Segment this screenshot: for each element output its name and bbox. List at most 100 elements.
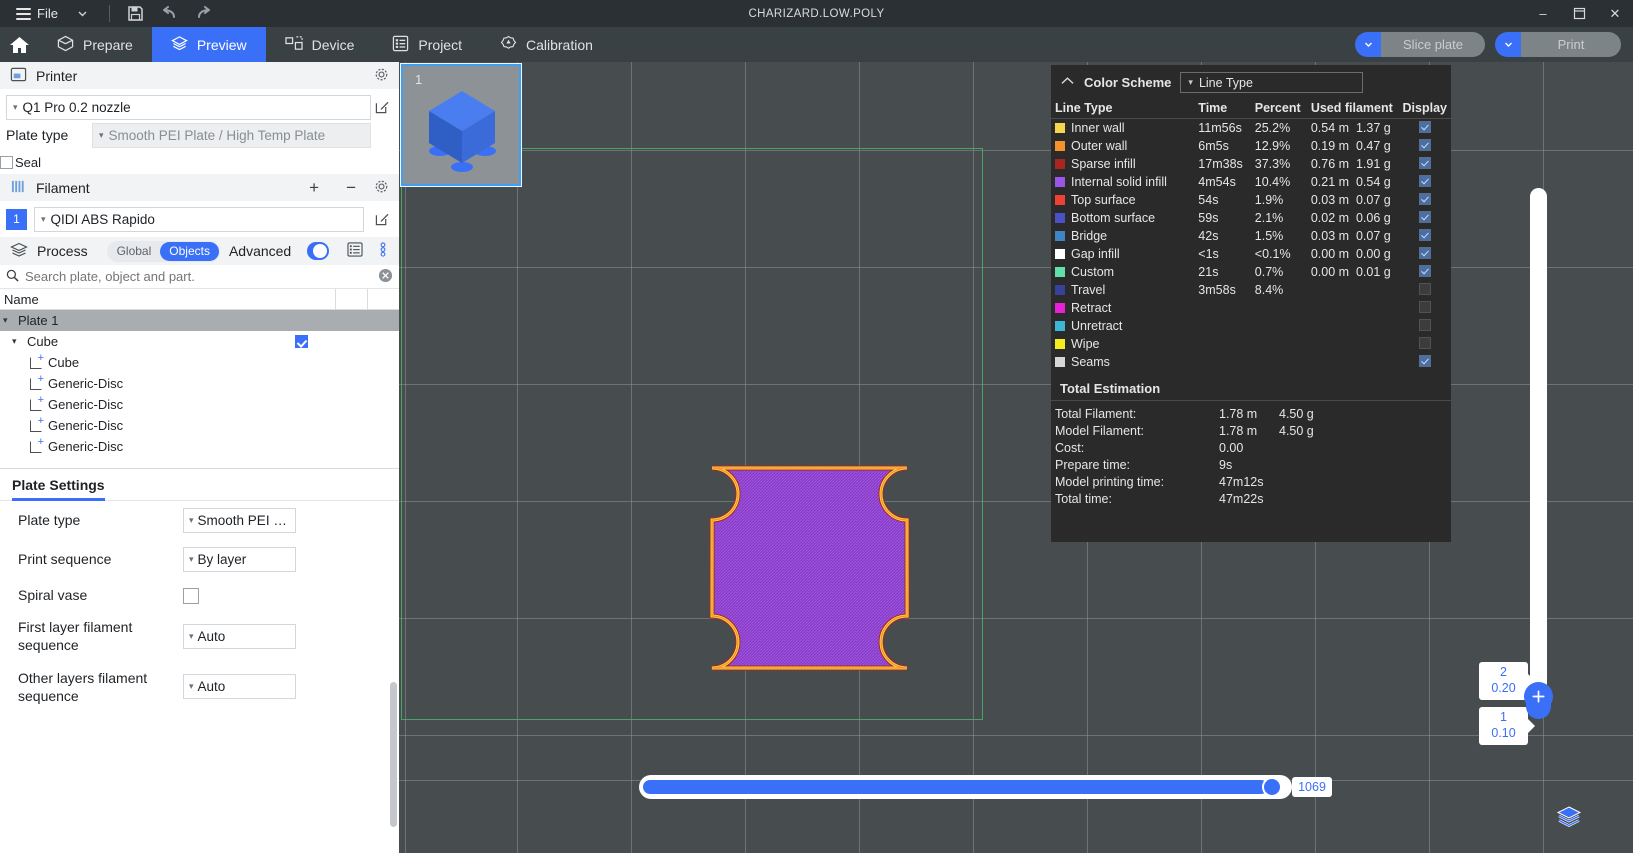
list-view-icon[interactable] — [347, 242, 363, 260]
display-checkbox[interactable] — [1418, 138, 1431, 151]
vertical-layer-slider-track[interactable] — [1530, 188, 1547, 692]
save-icon[interactable] — [119, 0, 153, 27]
display-checkbox[interactable] — [1418, 246, 1431, 259]
tree-row-part[interactable]: Generic-Disc — [0, 394, 399, 415]
display-checkbox[interactable] — [1418, 210, 1431, 223]
table-row[interactable]: Gap infill <1s <0.1% 0.00 m 0.00 g — [1051, 245, 1451, 263]
table-row[interactable]: Retract — [1051, 299, 1451, 317]
print-split-button[interactable]: Print — [1495, 32, 1621, 57]
object-search-bar[interactable] — [0, 265, 399, 289]
table-row[interactable]: Bottom surface 59s 2.1% 0.02 m 0.06 g — [1051, 209, 1451, 227]
display-checkbox[interactable] — [1418, 300, 1431, 313]
chevron-down-icon: ▾ — [99, 129, 104, 140]
title-bar: File CHARIZARD.LOW.POLY – ✕ — [0, 0, 1633, 27]
plate-type-setting-select[interactable]: ▾ Smooth PEI … — [183, 508, 296, 533]
display-checkbox[interactable] — [1418, 354, 1431, 367]
tree-row-part[interactable]: Cube — [0, 352, 399, 373]
table-row[interactable]: Travel 3m58s 8.4% — [1051, 281, 1451, 299]
table-row[interactable]: Unretract — [1051, 317, 1451, 335]
advanced-toggle[interactable] — [307, 242, 329, 260]
display-checkbox[interactable] — [1418, 192, 1431, 205]
vertical-slider-upper-knob[interactable] — [1524, 682, 1553, 711]
printer-preset-edit-icon[interactable] — [371, 100, 393, 114]
object-visibility-checkbox[interactable] — [295, 335, 309, 348]
table-row[interactable]: Internal solid infill 4m54s 10.4% 0.21 m… — [1051, 173, 1451, 191]
display-checkbox[interactable] — [1418, 336, 1431, 349]
table-row[interactable]: Custom 21s 0.7% 0.00 m 0.01 g — [1051, 263, 1451, 281]
tab-project[interactable]: Project — [373, 27, 481, 62]
undo-icon[interactable] — [153, 0, 187, 27]
plate-thumbnail[interactable]: 1 — [401, 64, 521, 186]
tab-preview[interactable]: Preview — [151, 27, 266, 62]
tree-row-part[interactable]: Generic-Disc — [0, 373, 399, 394]
clear-search-icon[interactable] — [378, 268, 393, 286]
process-scope-global[interactable]: Global — [108, 242, 161, 261]
tab-calibration[interactable]: Calibration — [481, 27, 612, 62]
filament-remove-button[interactable]: − — [337, 178, 365, 198]
layers-icon[interactable] — [1556, 806, 1582, 828]
color-swatch — [1055, 321, 1065, 331]
table-row[interactable]: Inner wall 11m56s 25.2% 0.54 m 1.37 g — [1051, 119, 1451, 138]
tree-row-part[interactable]: Generic-Disc — [0, 415, 399, 436]
display-checkbox[interactable] — [1418, 282, 1431, 295]
display-checkbox[interactable] — [1418, 228, 1431, 241]
other-layers-filament-sequence-select[interactable]: ▾ Auto — [183, 674, 296, 700]
chevron-down-icon[interactable] — [66, 0, 100, 27]
color-scheme-mode-select[interactable]: ▾ Line Type — [1180, 72, 1364, 93]
chevron-down-icon[interactable]: ▾ — [12, 336, 22, 347]
sliced-model[interactable] — [682, 462, 937, 674]
seal-checkbox[interactable] — [0, 155, 13, 169]
table-row[interactable]: Sparse infill 17m38s 37.3% 0.76 m 1.91 g — [1051, 155, 1451, 173]
tree-row-part[interactable]: Generic-Disc — [0, 436, 399, 457]
table-row[interactable]: Bridge 42s 1.5% 0.03 m 0.07 g — [1051, 227, 1451, 245]
table-row[interactable]: Wipe — [1051, 335, 1451, 353]
tab-prepare[interactable]: Prepare — [38, 27, 152, 62]
printer-settings-gear-icon[interactable] — [374, 67, 389, 85]
display-checkbox[interactable] — [1418, 264, 1431, 277]
process-section-title: Process — [37, 243, 88, 259]
maximize-button[interactable] — [1561, 0, 1597, 27]
print-dropdown-icon[interactable] — [1495, 32, 1521, 57]
plate-type-select[interactable]: ▾ Smooth PEI Plate / High Temp Plate — [92, 122, 371, 148]
horizontal-move-slider[interactable] — [639, 775, 1292, 799]
tree-row-plate[interactable]: ▾ Plate 1 — [0, 310, 399, 331]
table-row[interactable]: Outer wall 6m5s 12.9% 0.19 m 0.47 g — [1051, 137, 1451, 155]
tree-row-object[interactable]: ▾ Cube — [0, 331, 399, 352]
filament-add-button[interactable]: + — [300, 178, 328, 198]
slice-plate-dropdown-icon[interactable] — [1355, 32, 1382, 57]
plate-type-setting-label: Plate type — [18, 512, 81, 529]
process-scope-objects[interactable]: Objects — [160, 241, 219, 261]
filter-settings-icon[interactable] — [377, 242, 389, 260]
slice-plate-split-button[interactable]: Slice plate — [1355, 32, 1485, 57]
filament-settings-gear-icon[interactable] — [374, 179, 389, 197]
home-icon[interactable] — [0, 27, 38, 62]
search-input[interactable] — [25, 269, 372, 284]
object-tree-scrollbar[interactable] — [390, 682, 397, 827]
minimize-button[interactable]: – — [1525, 0, 1561, 27]
slice-plate-button[interactable]: Slice plate — [1381, 32, 1485, 57]
spiral-vase-checkbox[interactable] — [183, 587, 199, 604]
filament-preset-edit-icon[interactable] — [371, 212, 393, 226]
table-row[interactable]: Seams — [1051, 353, 1451, 371]
chevron-down-icon[interactable]: ▾ — [3, 315, 13, 326]
display-checkbox[interactable] — [1418, 156, 1431, 169]
close-button[interactable]: ✕ — [1597, 0, 1633, 27]
display-checkbox[interactable] — [1418, 318, 1431, 331]
file-menu-button[interactable]: File — [8, 0, 66, 27]
chevron-up-icon[interactable] — [1060, 75, 1075, 91]
tab-device[interactable]: Device — [266, 27, 374, 62]
print-button[interactable]: Print — [1521, 32, 1621, 57]
display-checkbox[interactable] — [1418, 120, 1431, 133]
printer-preset-select[interactable]: ▾ Q1 Pro 0.2 nozzle — [6, 94, 371, 120]
horizontal-slider-knob[interactable] — [1262, 777, 1282, 797]
line-type-time: 42s — [1198, 229, 1219, 243]
table-row[interactable]: Top surface 54s 1.9% 0.03 m 0.07 g — [1051, 191, 1451, 209]
process-scope-toggle[interactable]: Global Objects — [106, 240, 220, 262]
line-type-time: <1s — [1198, 247, 1219, 261]
filament-preset-select[interactable]: ▾ QIDI ABS Rapido — [34, 206, 364, 232]
display-checkbox[interactable] — [1418, 174, 1431, 187]
redo-icon[interactable] — [187, 0, 221, 27]
print-sequence-select[interactable]: ▾ By layer — [183, 547, 296, 572]
first-layer-filament-sequence-select[interactable]: ▾ Auto — [183, 623, 296, 649]
filament-index-badge[interactable]: 1 — [6, 208, 27, 230]
